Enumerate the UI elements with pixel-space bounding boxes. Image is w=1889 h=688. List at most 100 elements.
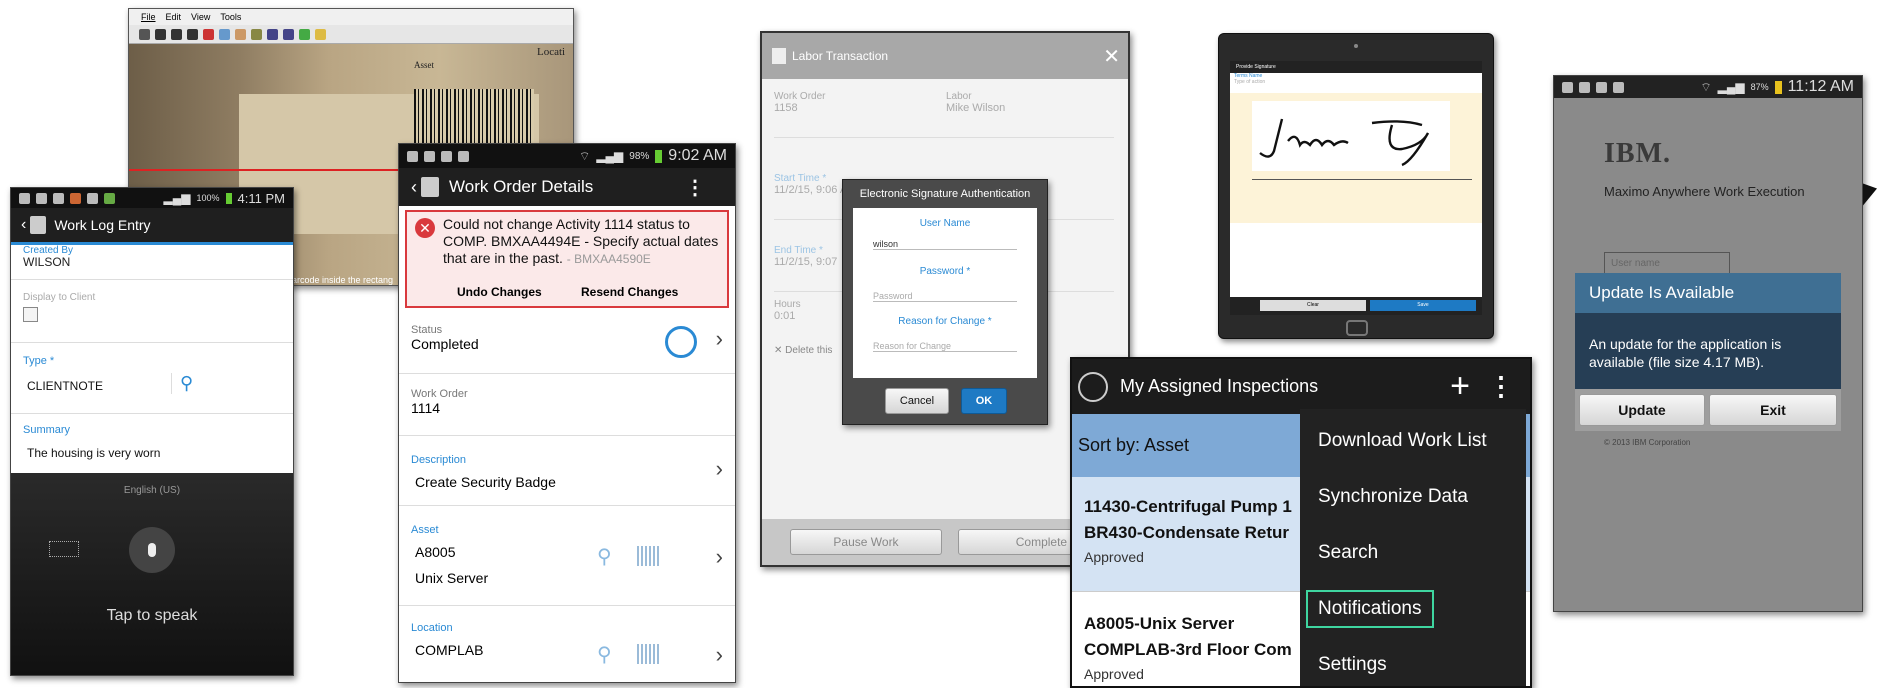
microphone-button[interactable]: [129, 527, 175, 573]
stop-icon[interactable]: [155, 28, 166, 40]
workorder-screen: ⌔ ▂▄▆ 98% 9:02 AM ‹ Work Order Details ⋮…: [398, 143, 736, 683]
layout-icon-2[interactable]: [267, 28, 278, 40]
save-button[interactable]: Save: [1370, 300, 1476, 311]
created-by-label: Created By: [23, 245, 74, 256]
menu-search[interactable]: Search: [1300, 525, 1526, 581]
overflow-menu-icon[interactable]: ⋮: [685, 175, 705, 200]
menu-notifications[interactable]: Notifications: [1300, 581, 1526, 637]
password-input[interactable]: Password: [873, 291, 1017, 302]
back-icon[interactable]: ‹: [11, 216, 30, 234]
esig-dialog: Electronic Signature Authentication User…: [842, 179, 1048, 425]
menu-edit[interactable]: Edit: [166, 12, 182, 22]
menu-settings[interactable]: Settings: [1300, 637, 1526, 686]
inspections-title[interactable]: My Assigned Inspections: [1120, 376, 1318, 397]
print-icon[interactable]: [139, 28, 150, 40]
resend-changes-button[interactable]: Resend Changes: [581, 285, 678, 299]
type-label: Type *: [23, 355, 55, 367]
update-dialog-title: Update Is Available: [1575, 273, 1841, 313]
timer-icon[interactable]: [665, 326, 697, 358]
battery-icon: [225, 192, 232, 204]
menu-view[interactable]: View: [191, 12, 210, 22]
menu-download-work-list[interactable]: Download Work List: [1300, 413, 1526, 469]
update-button[interactable]: Update: [1579, 394, 1705, 426]
clear-button[interactable]: Clear: [1260, 300, 1366, 311]
dialog-title: Labor Transaction: [792, 49, 889, 63]
status-row[interactable]: Status Completed ›: [399, 312, 735, 374]
frame-icon[interactable]: [187, 28, 198, 40]
add-icon[interactable]: +: [1450, 367, 1470, 406]
esig-form: User Name wilson Password * Password Rea…: [853, 208, 1037, 378]
workorder-label: Work Order: [411, 388, 468, 400]
display-client-checkbox[interactable]: [23, 307, 38, 322]
signature-header: Provide Signature: [1230, 61, 1482, 73]
workorder-statusbar: ⌔ ▂▄▆ 98% 9:02 AM: [399, 144, 735, 168]
mouse-pointer-icon: [1863, 183, 1877, 211]
signature-screen: Provide Signature Terms Name Type of act…: [1230, 61, 1482, 315]
cut-icon[interactable]: [203, 28, 214, 40]
status-icon-4: [1613, 81, 1624, 93]
barcode-icon[interactable]: [637, 546, 659, 566]
labor-value: Mike Wilson: [946, 102, 1006, 114]
search-icon[interactable]: ⚲: [171, 373, 193, 394]
cancel-button[interactable]: Cancel: [885, 388, 949, 414]
paste-icon[interactable]: [235, 28, 246, 40]
menu-tools[interactable]: Tools: [220, 12, 241, 22]
summary-input[interactable]: The housing is very worn: [23, 446, 281, 460]
labor-name-field: Labor Mike Wilson: [946, 91, 1005, 114]
description-row[interactable]: Description Create Security Badge ›: [399, 436, 735, 506]
search-icon[interactable]: ⚲: [597, 544, 612, 569]
refresh-icon[interactable]: [299, 28, 310, 40]
close-icon[interactable]: ✕: [1103, 44, 1120, 69]
signature-pad[interactable]: [1230, 93, 1482, 223]
clock: 4:11 PM: [237, 190, 285, 206]
password-label: Password *: [919, 266, 971, 277]
delete-link[interactable]: ✕ Delete this: [774, 345, 832, 356]
error-banner: ✕ Could not change Activity 1114 status …: [405, 210, 729, 308]
overflow-menu: Download Work List Synchronize Data Sear…: [1300, 409, 1526, 686]
battery-icon: [655, 149, 663, 163]
sort-label: Sort by: Asset: [1078, 435, 1190, 455]
labor-label: Labor: [946, 91, 972, 102]
pen-icon[interactable]: [315, 28, 326, 40]
exit-button[interactable]: Exit: [1709, 394, 1837, 426]
signal-icon: ▂▄▆: [596, 149, 624, 163]
workorder-header: ‹ Work Order Details ⋮: [399, 168, 735, 206]
back-icon[interactable]: ‹: [399, 177, 421, 198]
camera-dot: [1354, 44, 1358, 48]
update-screen: ⌔ ▂▄▆ 87% 11:12 AM IBM. Maximo Anywhere …: [1553, 75, 1863, 612]
status-icon-3: [441, 150, 452, 162]
workorder-label: Work Order: [774, 91, 826, 102]
pause-work-button[interactable]: Pause Work: [790, 529, 942, 555]
layout-icon-1[interactable]: [251, 28, 262, 40]
search-icon[interactable]: ⚲: [597, 642, 612, 667]
keyboard-icon[interactable]: [49, 541, 79, 557]
username-input[interactable]: wilson: [873, 239, 1017, 250]
asset-row[interactable]: Asset A8005 Unix Server ⚲ ›: [399, 506, 735, 606]
copy-icon[interactable]: [219, 28, 230, 40]
app-icon: [30, 216, 47, 234]
location-row[interactable]: Location COMPLAB ⚲ ›: [399, 606, 735, 667]
ok-button[interactable]: OK: [961, 388, 1007, 414]
overflow-menu-icon[interactable]: ⋮: [1488, 371, 1514, 402]
menu-file[interactable]: File: [141, 12, 156, 22]
asset-description: Unix Server: [415, 570, 489, 586]
worklog-header: ‹ Work Log Entry: [11, 208, 293, 245]
layout-icon-3[interactable]: [283, 28, 294, 40]
home-button[interactable]: [1346, 320, 1368, 336]
type-input[interactable]: CLIENTNOTE: [23, 379, 281, 393]
barcode-icon[interactable]: [637, 644, 659, 664]
record-icon[interactable]: [171, 28, 182, 40]
undo-changes-button[interactable]: Undo Changes: [457, 285, 542, 299]
workorder-value: 1114: [411, 400, 441, 416]
reason-label: Reason for Change *: [898, 316, 992, 327]
reason-input[interactable]: Reason for Change: [873, 341, 1017, 352]
microphone-icon: [148, 543, 156, 557]
created-by-value: WILSON: [23, 255, 71, 269]
language-selector[interactable]: English (US): [11, 485, 293, 496]
worklog-statusbar: ▂▄▆ 100% 4:11 PM: [11, 188, 293, 208]
status-icon-4: [458, 150, 469, 162]
usb-icon: [407, 150, 418, 162]
username-input[interactable]: User name: [1604, 252, 1730, 274]
handwritten-signature: [1259, 118, 1430, 167]
menu-synchronize-data[interactable]: Synchronize Data: [1300, 469, 1526, 525]
